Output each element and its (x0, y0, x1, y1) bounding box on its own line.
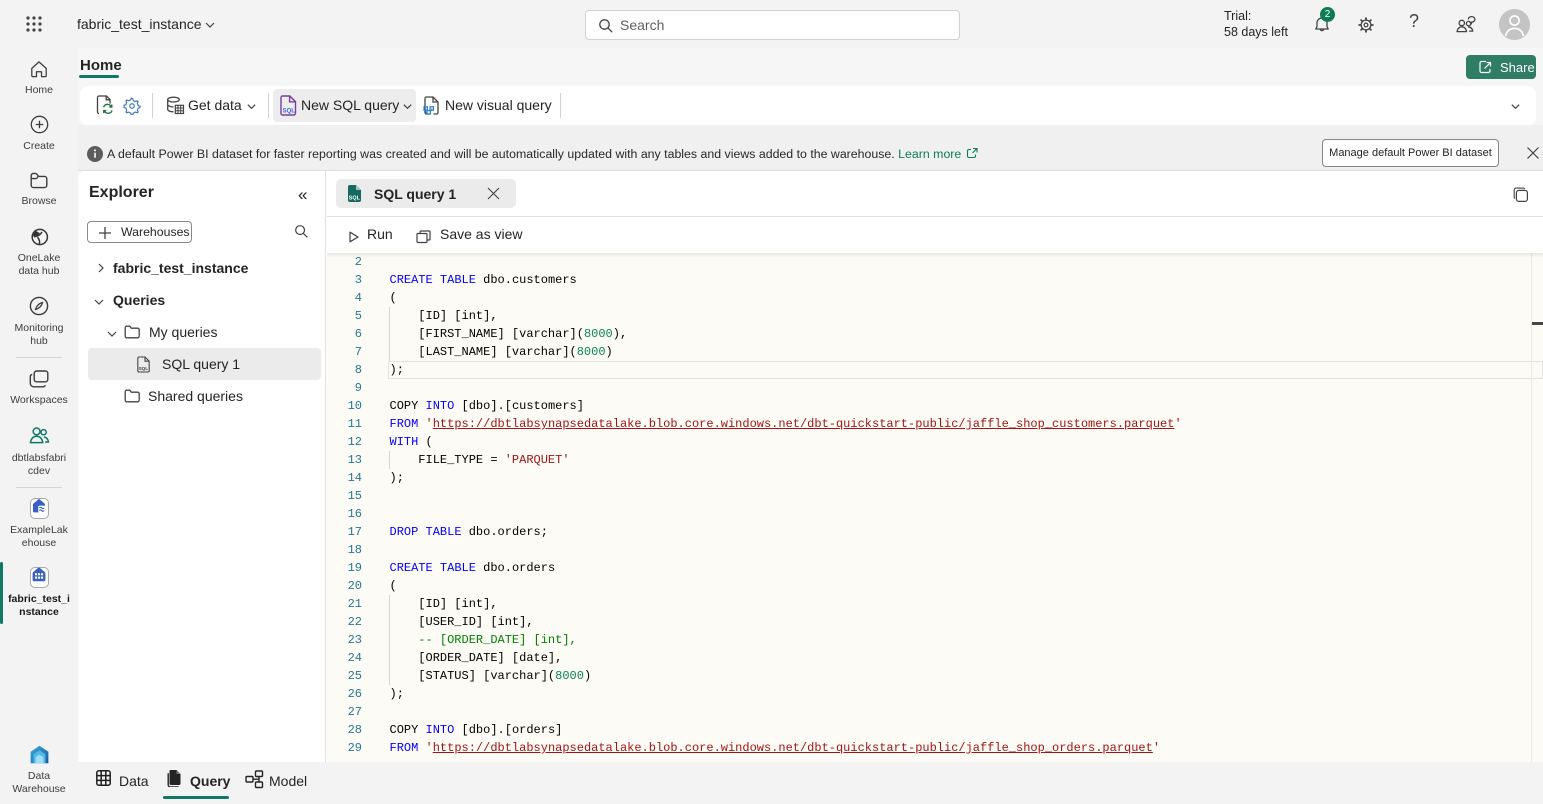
svg-text:SQL: SQL (283, 108, 296, 114)
svg-text:SQL: SQL (139, 366, 149, 371)
svg-text:SQL: SQL (349, 196, 361, 202)
